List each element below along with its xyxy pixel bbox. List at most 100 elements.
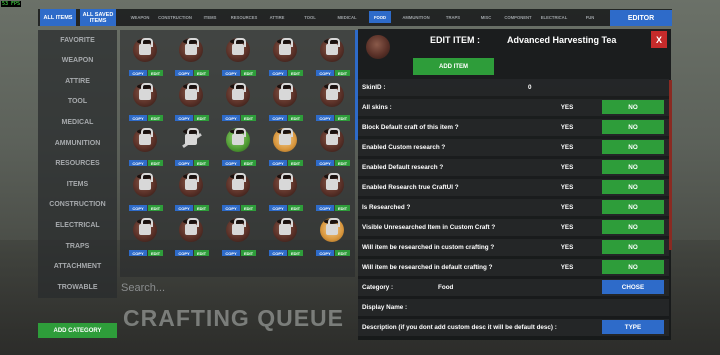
grid-item[interactable]: COPY EDIT <box>312 35 352 80</box>
edit-button[interactable]: EDIT <box>241 115 256 121</box>
grid-item[interactable]: COPY EDIT <box>312 215 352 260</box>
category-tab[interactable]: ATTIRE <box>265 11 289 23</box>
category-tab[interactable]: ELECTRICAL <box>536 11 572 23</box>
add-category-button[interactable]: ADD CATEGORY <box>38 323 117 338</box>
copy-button[interactable]: COPY <box>175 115 193 121</box>
grid-item[interactable]: COPY EDIT <box>171 125 211 170</box>
grid-item[interactable]: COPY EDIT <box>218 80 258 125</box>
chose-button[interactable]: CHOSE <box>602 280 664 294</box>
edit-button[interactable]: EDIT <box>241 250 256 256</box>
yes-button[interactable]: YES <box>553 159 581 176</box>
edit-button[interactable]: EDIT <box>335 205 350 211</box>
category-tab[interactable]: WEAPON <box>127 11 153 23</box>
sidebar-item[interactable]: ITEMS <box>38 174 117 194</box>
edit-button[interactable]: EDIT <box>194 115 209 121</box>
yes-button[interactable]: YES <box>553 199 581 216</box>
category-tab[interactable]: TOOL <box>298 11 322 23</box>
grid-item[interactable]: COPY EDIT <box>125 80 165 125</box>
copy-button[interactable]: COPY <box>129 70 147 76</box>
edit-button[interactable]: EDIT <box>288 250 303 256</box>
edit-button[interactable]: EDIT <box>194 160 209 166</box>
copy-button[interactable]: COPY <box>129 115 147 121</box>
edit-button[interactable]: EDIT <box>288 70 303 76</box>
edit-button[interactable]: EDIT <box>194 70 209 76</box>
no-button[interactable]: NO <box>602 180 664 194</box>
no-button[interactable]: NO <box>602 260 664 274</box>
category-tab[interactable]: RESOURCES <box>228 11 260 23</box>
edit-button[interactable]: EDIT <box>148 250 163 256</box>
edit-button[interactable]: EDIT <box>335 70 350 76</box>
sidebar-item[interactable]: TROWABLE <box>38 277 117 297</box>
copy-button[interactable]: COPY <box>222 115 240 121</box>
copy-button[interactable]: COPY <box>269 250 287 256</box>
copy-button[interactable]: COPY <box>269 205 287 211</box>
sidebar-item[interactable]: RESOURCES <box>38 154 117 174</box>
grid-item[interactable]: COPY EDIT <box>125 215 165 260</box>
category-tab[interactable]: ITEMS <box>198 11 222 23</box>
copy-button[interactable]: COPY <box>222 160 240 166</box>
sidebar-item[interactable]: FAVORITE <box>38 30 117 50</box>
copy-button[interactable]: COPY <box>175 205 193 211</box>
grid-item[interactable]: COPY EDIT <box>125 125 165 170</box>
grid-item[interactable]: COPY EDIT <box>312 80 352 125</box>
skin-value[interactable]: 0 <box>528 79 532 96</box>
grid-item[interactable]: COPY EDIT <box>265 125 305 170</box>
copy-button[interactable]: COPY <box>316 160 334 166</box>
no-button[interactable]: NO <box>602 120 664 134</box>
sidebar-item[interactable]: AMMUNITION <box>38 133 117 153</box>
copy-button[interactable]: COPY <box>129 160 147 166</box>
sidebar-item[interactable]: MEDICAL <box>38 112 117 132</box>
grid-item[interactable]: COPY EDIT <box>265 35 305 80</box>
edit-button[interactable]: EDIT <box>241 160 256 166</box>
grid-item[interactable]: COPY EDIT <box>265 215 305 260</box>
edit-button[interactable]: EDIT <box>335 115 350 121</box>
sidebar-item[interactable]: ELECTRICAL <box>38 215 117 235</box>
copy-button[interactable]: COPY <box>316 70 334 76</box>
grid-item[interactable]: COPY EDIT <box>218 125 258 170</box>
copy-button[interactable]: COPY <box>175 160 193 166</box>
yes-button[interactable]: YES <box>553 119 581 136</box>
sidebar-item[interactable]: CONSTRUCTION <box>38 195 117 215</box>
no-button[interactable]: NO <box>602 160 664 174</box>
edit-button[interactable]: EDIT <box>335 160 350 166</box>
grid-item[interactable]: COPY EDIT <box>125 35 165 80</box>
add-item-button[interactable]: ADD ITEM <box>413 58 494 75</box>
sidebar-item[interactable]: ATTIRE <box>38 71 117 91</box>
category-tab[interactable]: CONSTRUCTION <box>157 11 193 23</box>
edit-button[interactable]: EDIT <box>148 70 163 76</box>
yes-button[interactable]: YES <box>553 139 581 156</box>
edit-button[interactable]: EDIT <box>241 70 256 76</box>
edit-button[interactable]: EDIT <box>148 205 163 211</box>
copy-button[interactable]: COPY <box>222 205 240 211</box>
all-saved-items-button[interactable]: ALL SAVED ITEMS <box>80 9 116 26</box>
yes-button[interactable]: YES <box>553 179 581 196</box>
sidebar-item[interactable]: WEAPON <box>38 51 117 71</box>
edit-button[interactable]: EDIT <box>148 160 163 166</box>
grid-item[interactable]: COPY EDIT <box>171 35 211 80</box>
edit-button[interactable]: EDIT <box>148 115 163 121</box>
search-input[interactable]: Search... <box>121 282 165 294</box>
category-tab[interactable]: TRAPS <box>438 11 468 23</box>
close-button[interactable]: X <box>651 31 667 48</box>
sidebar-item[interactable]: TRAPS <box>38 236 117 256</box>
category-tab[interactable]: COMPONENT <box>503 11 533 23</box>
no-button[interactable]: NO <box>602 240 664 254</box>
grid-item[interactable]: COPY EDIT <box>265 80 305 125</box>
copy-button[interactable]: COPY <box>175 250 193 256</box>
copy-button[interactable]: COPY <box>269 70 287 76</box>
edit-button[interactable]: EDIT <box>194 250 209 256</box>
no-button[interactable]: NO <box>602 200 664 214</box>
category-tab[interactable]: MISC <box>475 11 497 23</box>
copy-button[interactable]: COPY <box>316 115 334 121</box>
grid-item[interactable]: COPY EDIT <box>125 170 165 215</box>
edit-button[interactable]: EDIT <box>288 205 303 211</box>
grid-item[interactable]: COPY EDIT <box>218 35 258 80</box>
copy-button[interactable]: COPY <box>129 205 147 211</box>
copy-button[interactable]: COPY <box>175 70 193 76</box>
grid-item[interactable]: COPY EDIT <box>265 170 305 215</box>
copy-button[interactable]: COPY <box>222 70 240 76</box>
edit-button[interactable]: EDIT <box>288 160 303 166</box>
copy-button[interactable]: COPY <box>129 250 147 256</box>
grid-item[interactable]: COPY EDIT <box>171 170 211 215</box>
category-tab[interactable]: MEDICAL <box>333 11 361 23</box>
